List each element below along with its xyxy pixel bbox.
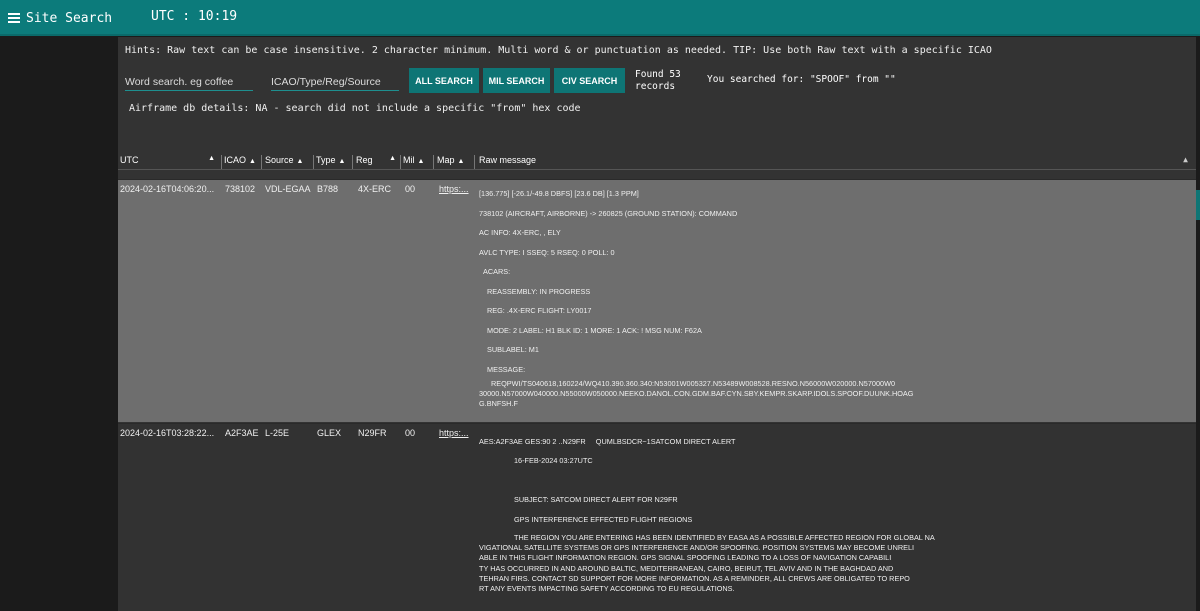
word-search-input[interactable] (125, 73, 253, 91)
table-row[interactable]: 2024-02-16T04:06:20... 738102 VDL-EGAA B… (118, 179, 1196, 422)
raw-line: REG: .4X-ERC FLIGHT: LY0017 (487, 306, 592, 315)
cell-mil: 00 (405, 184, 416, 194)
utc-clock: UTC : 10:19 (151, 9, 238, 24)
raw-line: MODE: 2 LABEL: H1 BLK ID: 1 MORE: 1 ACK:… (487, 325, 702, 335)
raw-line: REASSEMBLY: IN PROGRESS (487, 286, 591, 296)
sort-asc-icon[interactable]: ▲ (249, 158, 256, 165)
hints-text: Hints: Raw text can be case insensitive.… (125, 45, 992, 56)
raw-line: GPS INTERFERENCE EFFECTED FLIGHT REGIONS (514, 514, 693, 524)
cell-map-link[interactable]: https:... (439, 184, 475, 194)
utc-time: 10:19 (197, 9, 238, 24)
top-bar: Site Search UTC : 10:19 (0, 0, 1200, 36)
cell-raw-message: AES:A2F3AE GES:90 2 ..N29FR QUMLBSDCR~1S… (479, 432, 1196, 594)
raw-line: AC INFO: 4X-ERC, , ELY (479, 228, 561, 237)
results-table-header: UTC ▲ ICAO ▲ Source ▲ Type ▲ Reg ▲ Mil ▲ Map ▲ … (118, 152, 1196, 170)
cell-reg: 4X-ERC (358, 184, 392, 194)
site-search-menu-button[interactable]: Site Search (8, 8, 112, 28)
cell-icao: A2F3AE (225, 428, 259, 438)
raw-line: ACARS: (483, 267, 511, 276)
sort-asc-icon[interactable]: ▲ (458, 158, 465, 165)
cell-raw-message: [136.775] [-26.1/-49.8 DBFS] [23.6 DB] [… (479, 184, 1196, 410)
raw-line: 16-FEB-2024 03:27UTC (514, 456, 593, 466)
sort-asc-icon[interactable]: ▲ (339, 158, 346, 165)
sort-asc-icon[interactable]: ▲ (389, 155, 396, 162)
found-records-label: records (635, 81, 676, 92)
search-panel: Hints: Raw text can be case insensitive.… (118, 37, 1200, 611)
raw-line: VIGATIONAL SATELLITE SYSTEMS OR GPS INTE… (479, 543, 915, 553)
cell-reg: N29FR (358, 428, 387, 438)
raw-line: AES:A2F3AE GES:90 2 ..N29FR QUMLBSDCR~1S… (479, 437, 736, 446)
col-source[interactable]: Source ▲ (265, 155, 314, 169)
raw-line (479, 471, 1196, 490)
cell-source: VDL-EGAA (265, 184, 311, 194)
raw-line: MESSAGE: (487, 364, 526, 374)
table-row[interactable]: 2024-02-16T03:28:22... A2F3AE L-25E GLEX… (118, 423, 1196, 611)
raw-line: THE REGION YOU ARE ENTERING HAS BEEN IDE… (514, 533, 935, 543)
cell-type: GLEX (317, 428, 342, 438)
raw-line: TEHRAN FIRS. CONTACT SD SUPPORT FOR MORE… (479, 573, 910, 583)
col-mil[interactable]: Mil ▲ (403, 155, 434, 169)
cell-type: B788 (317, 184, 339, 194)
sort-asc-icon[interactable]: ▲ (418, 158, 425, 165)
raw-line: SUBLABEL: M1 (487, 345, 539, 354)
col-icao[interactable]: ICAO ▲ (224, 155, 262, 169)
cell-utc: 2024-02-16T04:06:20... (120, 184, 215, 194)
col-type[interactable]: Type ▲ (316, 155, 353, 169)
raw-line: 738102 (AIRCRAFT, AIRBORNE) -> 260825 (G… (479, 208, 738, 218)
hamburger-menu-icon[interactable] (8, 13, 20, 23)
all-search-button[interactable]: ALL SEARCH (409, 68, 479, 93)
utc-label: UTC (151, 9, 175, 24)
raw-line: TY HAS OCCURRED IN AND AROUND BALTIC, ME… (479, 563, 894, 573)
col-raw-message[interactable]: Raw message (479, 155, 536, 169)
col-map[interactable]: Map ▲ (437, 155, 475, 169)
search-summary: You searched for: "SPOOF" from "" (707, 74, 896, 85)
scrollbar-thumb[interactable] (1196, 190, 1200, 220)
cell-utc: 2024-02-16T03:28:22... (120, 428, 215, 438)
records-found: Found 53 records (635, 69, 681, 93)
icao-type-reg-source-input[interactable] (271, 73, 399, 91)
col-reg[interactable]: Reg ▲ (356, 155, 401, 169)
cell-map-link[interactable]: https:... (439, 428, 475, 438)
menu-label[interactable]: Site Search (26, 11, 112, 26)
raw-line: SUBJECT: SATCOM DIRECT ALERT FOR N29FR (514, 495, 678, 505)
mil-search-button[interactable]: MIL SEARCH (483, 68, 550, 93)
raw-line: G.BNFSH.F (479, 399, 518, 409)
sort-asc-icon[interactable]: ▲ (208, 155, 215, 162)
found-count: Found 53 (635, 69, 681, 80)
raw-line: REQPWI/TS040618,160224/WQ410.390.360.340… (491, 379, 896, 388)
cell-mil: 00 (405, 428, 416, 438)
raw-line: ABLE IN THIS FLIGHT INFORMATION REGION. … (479, 553, 892, 563)
raw-line: RT ANY EVENTS IMPACTING SAFETY ACCORDING… (479, 584, 735, 594)
airframe-details: Airframe db details: NA - search did not… (129, 103, 581, 114)
raw-line: AVLC TYPE: I SSEQ: 5 RSEQ: 0 POLL: 0 (479, 247, 615, 257)
civ-search-button[interactable]: CIV SEARCH (554, 68, 625, 93)
scroll-up-icon[interactable]: ▲ (1183, 155, 1188, 164)
scrollbar-track[interactable] (1196, 37, 1200, 611)
raw-line: 30000.N57000W040000.N55000W050000.NEEKO.… (479, 389, 914, 399)
cell-icao: 738102 (225, 184, 256, 194)
cell-source: L-25E (265, 428, 290, 438)
col-utc[interactable]: UTC ▲ (120, 155, 222, 169)
sort-asc-icon[interactable]: ▲ (297, 158, 304, 165)
raw-line: [136.775] [-26.1/-49.8 DBFS] [23.6 DB] [… (479, 189, 639, 198)
